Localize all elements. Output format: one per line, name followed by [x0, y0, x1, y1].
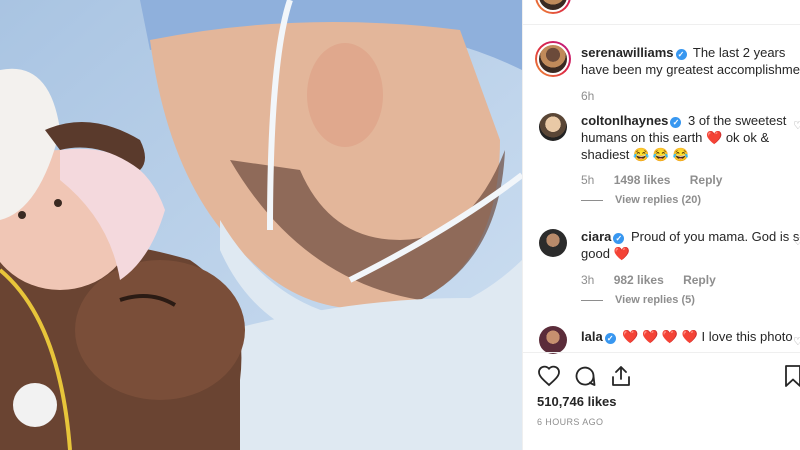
comment-avatar[interactable] [539, 113, 567, 141]
post-timestamp: 6 HOURS AGO [537, 417, 604, 427]
post-photo[interactable] [0, 0, 522, 450]
comment: ciara ✓ Proud of you mama. God is so good… [581, 228, 800, 262]
comment-icon[interactable] [573, 364, 597, 388]
likes-count[interactable]: 510,746 likes [537, 394, 617, 409]
comment-like-heart-icon[interactable]: ♡ [793, 235, 800, 248]
caption-meta: 6h [581, 89, 610, 103]
view-replies-label: View replies (5) [615, 294, 695, 306]
photo-illustration [0, 0, 522, 450]
caption: serenawilliams ✓ The last 2 years have be… [581, 44, 800, 78]
verified-badge-icon: ✓ [613, 233, 625, 244]
caption-avatar[interactable] [535, 41, 571, 77]
header-divider [523, 24, 800, 25]
header-avatar[interactable] [535, 0, 571, 14]
actions-divider [523, 352, 800, 353]
comment-likes[interactable]: 982 likes [614, 273, 664, 287]
verified-badge-icon: ✓ [670, 117, 682, 128]
reply-button[interactable]: Reply [683, 273, 716, 287]
verified-badge-icon: ✓ [675, 49, 687, 60]
comment-meta: 3h 982 likes Reply [581, 273, 732, 287]
comment-username[interactable]: lala [581, 329, 603, 344]
comment: coltonlhaynes ✓ 3 of the sweetest humans … [581, 112, 800, 163]
share-icon[interactable] [609, 364, 633, 388]
comment-text: ❤️ ❤️ ❤️ ❤️ I love this photo [622, 329, 793, 344]
view-replies-link[interactable]: View replies (5) [581, 294, 695, 306]
verified-badge-icon: ✓ [604, 333, 616, 344]
view-replies-label: View replies (20) [615, 194, 702, 206]
caption-username[interactable]: serenawilliams [581, 45, 674, 60]
bookmark-icon[interactable] [781, 364, 800, 388]
caption-age: 6h [581, 89, 595, 103]
reply-button[interactable]: Reply [690, 173, 723, 187]
view-replies-link[interactable]: View replies (20) [581, 194, 701, 206]
comment-avatar[interactable] [539, 229, 567, 257]
comment-likes[interactable]: 1498 likes [614, 173, 671, 187]
comment-username[interactable]: coltonlhaynes [581, 113, 668, 128]
comment-meta: 5h 1498 likes Reply [581, 173, 738, 187]
comment-like-heart-icon[interactable]: ♡ [793, 119, 800, 132]
comments-panel: serenawilliams ✓ The last 2 years have be… [522, 0, 800, 450]
comment: lala ✓ ❤️ ❤️ ❤️ ❤️ I love this photo [581, 328, 800, 345]
comment-avatar[interactable] [539, 326, 567, 354]
replies-line [581, 299, 603, 301]
replies-line [581, 199, 603, 201]
comment-age: 3h [581, 273, 595, 287]
comment-age: 5h [581, 173, 595, 187]
comment-like-heart-icon[interactable]: ♡ [793, 335, 800, 348]
heart-icon[interactable] [537, 364, 561, 388]
comment-username[interactable]: ciara [581, 229, 611, 244]
